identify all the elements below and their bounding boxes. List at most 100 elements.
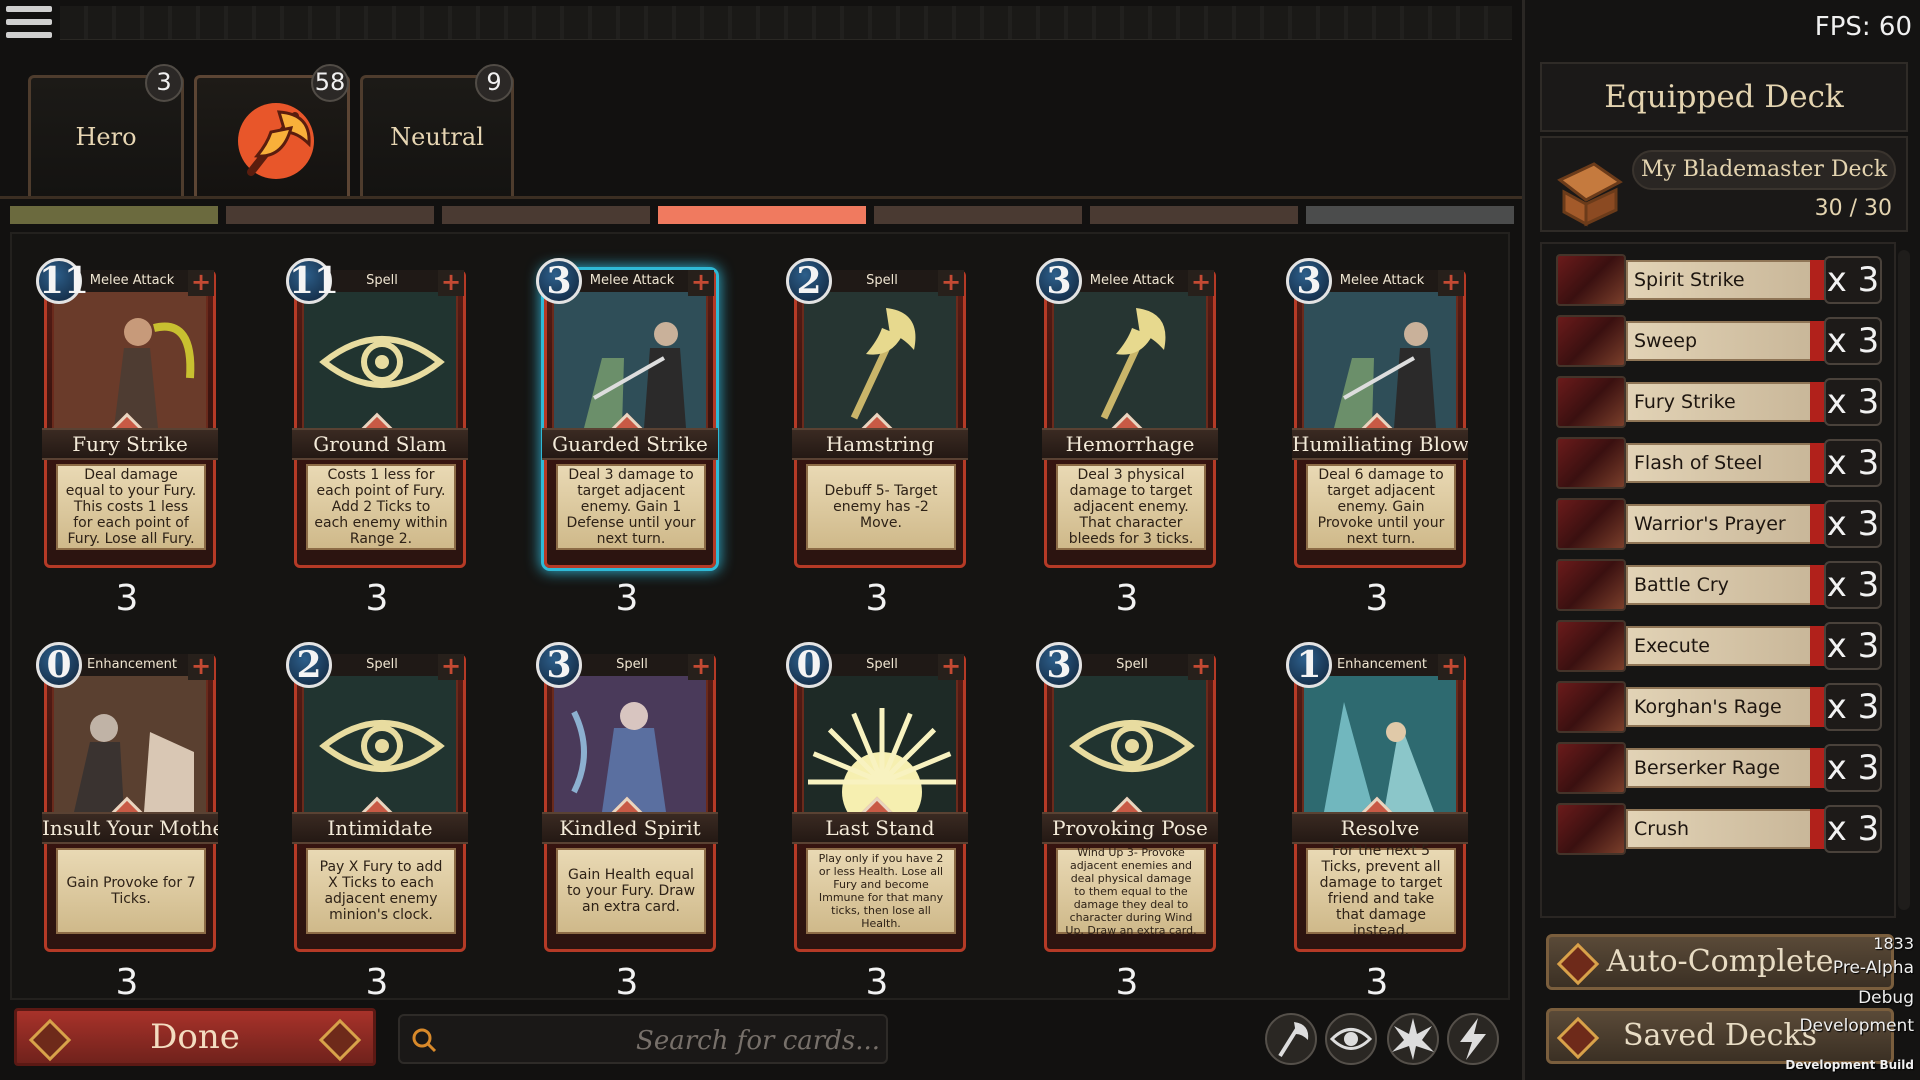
card-description: Wind Up 3- Provoke adjacent enemies and … xyxy=(1056,846,1206,937)
add-card-icon[interactable]: + xyxy=(688,270,714,296)
deck-item-name: Spirit Strike xyxy=(1626,260,1812,300)
card-intimidate[interactable]: Spell + Intimidate Pay X Fury to add X T… xyxy=(286,640,468,1003)
saved-decks-label: Saved Decks xyxy=(1622,1018,1818,1053)
deck-item-quantity: x 3 xyxy=(1824,378,1882,426)
auto-complete-label: Auto-Complete xyxy=(1606,944,1834,979)
card-type: Spell xyxy=(816,654,948,676)
card-description: Deal 3 physical damage to target adjacen… xyxy=(1056,464,1206,550)
card-art xyxy=(52,670,208,818)
card-humiliating-blow[interactable]: Melee Attack + Humiliating Blow Deal 6 d… xyxy=(1286,256,1468,619)
burst-filter-icon[interactable] xyxy=(1386,1012,1440,1066)
page-indicator-segment[interactable] xyxy=(226,206,434,224)
deck-item-quantity: x 3 xyxy=(1824,744,1882,792)
axe-filter-icon[interactable] xyxy=(1264,1012,1318,1066)
deck-list-item[interactable]: Crush x 3 xyxy=(1556,803,1882,855)
diamond-ornament-icon xyxy=(1556,942,1600,986)
card-last-stand[interactable]: Spell + Last Stand Play only if you have… xyxy=(786,640,968,1003)
card-kindled-spirit[interactable]: Spell + Kindled Spirit Gain Health equal… xyxy=(536,640,718,1003)
tab-neutral[interactable]: Neutral 9 xyxy=(360,64,514,197)
deck-item-name: Sweep xyxy=(1626,321,1812,361)
card-insult-your-mother[interactable]: Enhancement + Insult Your Mother Gain Pr… xyxy=(36,640,218,1003)
card-resolve[interactable]: Enhancement + Resolve For the next 5 Tic… xyxy=(1286,640,1468,1003)
add-card-icon[interactable]: + xyxy=(688,654,714,680)
eye-filter-icon[interactable] xyxy=(1324,1012,1378,1066)
count-badge: 9 xyxy=(475,64,513,102)
deck-list-item[interactable]: Warrior's Prayer x 3 xyxy=(1556,498,1882,550)
add-card-icon[interactable]: + xyxy=(438,654,464,680)
diamond-ornament-icon xyxy=(28,1018,72,1062)
card-owned-count: 3 xyxy=(1115,962,1139,1003)
page-indicator-segment[interactable] xyxy=(10,206,218,224)
card-hemorrhage[interactable]: Melee Attack + Hemorrhage Deal 3 physica… xyxy=(1036,256,1218,619)
card-name: Last Stand xyxy=(792,812,968,844)
card-hamstring[interactable]: Spell + Hamstring Debuff 5- Target enemy… xyxy=(786,256,968,619)
deck-list-item[interactable]: Flash of Steel x 3 xyxy=(1556,437,1882,489)
deck-list-item[interactable]: Sweep x 3 xyxy=(1556,315,1882,367)
card-thumbnail xyxy=(1556,254,1626,306)
card-type: Melee Attack xyxy=(566,270,698,292)
deck-list-item[interactable]: Berserker Rage x 3 xyxy=(1556,742,1882,794)
page-indicator-segment[interactable] xyxy=(442,206,650,224)
card-description: Gain Provoke for 7 Ticks. xyxy=(56,848,206,934)
lightning-filter-icon[interactable] xyxy=(1446,1012,1500,1066)
card-ground-slam[interactable]: Spell + Ground Slam Costs 1 less for eac… xyxy=(286,256,468,619)
deck-item-name: Crush xyxy=(1626,809,1812,849)
page-indicator-segment[interactable] xyxy=(1090,206,1298,224)
card-cost: 3 xyxy=(536,642,582,688)
decorative-band xyxy=(60,6,1512,40)
done-label: Done xyxy=(150,1017,240,1057)
equipped-deck-title: Equipped Deck xyxy=(1540,62,1908,132)
menu-icon[interactable] xyxy=(6,6,52,50)
add-card-icon[interactable]: + xyxy=(188,654,214,680)
build-stage: Pre-Alpha xyxy=(1832,958,1914,978)
tab-label: Hero xyxy=(75,123,137,151)
deck-list-item[interactable]: Battle Cry x 3 xyxy=(1556,559,1882,611)
card-fury-strike[interactable]: Melee Attack + Fury Strike Deal damage e… xyxy=(36,256,218,619)
card-description-text: Gain Health equal to your Fury. Draw an … xyxy=(566,867,696,915)
card-name: Insult Your Mother xyxy=(42,812,218,844)
fps-counter: FPS: 60 xyxy=(1814,12,1912,42)
deck-item-quantity: x 3 xyxy=(1824,256,1882,304)
tab-hero[interactable]: Hero 3 xyxy=(28,64,184,197)
card-provoking-pose[interactable]: Spell + Provoking Pose Wind Up 3- Provok… xyxy=(1036,640,1218,1003)
add-card-icon[interactable]: + xyxy=(1188,654,1214,680)
add-card-icon[interactable]: + xyxy=(188,270,214,296)
card-description-text: Deal 6 damage to target adjacent enemy. … xyxy=(1317,467,1445,547)
deck-list-item[interactable]: Execute x 3 xyxy=(1556,620,1882,672)
card-thumbnail xyxy=(1556,681,1626,733)
card-art xyxy=(552,286,708,434)
add-card-icon[interactable]: + xyxy=(938,654,964,680)
page-indicator-segment[interactable] xyxy=(874,206,1082,224)
add-card-icon[interactable]: + xyxy=(938,270,964,296)
search-input[interactable]: Search for cards... xyxy=(398,1014,888,1064)
tab-class[interactable]: 58 xyxy=(194,64,350,197)
card-cost: 2 xyxy=(786,258,832,304)
card-thumbnail xyxy=(1556,803,1626,855)
card-name: Ground Slam xyxy=(292,428,468,460)
add-card-icon[interactable]: + xyxy=(1438,270,1464,296)
card-description: Costs 1 less for each point of Fury. Add… xyxy=(306,464,456,550)
page-indicator-segment[interactable] xyxy=(1306,206,1514,224)
card-art xyxy=(1302,286,1458,434)
deck-item-quantity: x 3 xyxy=(1824,317,1882,365)
deck-list-item[interactable]: Spirit Strike x 3 xyxy=(1556,254,1882,306)
card-art xyxy=(302,286,458,434)
done-button[interactable]: Done xyxy=(14,1008,376,1066)
card-owned-count: 3 xyxy=(615,962,639,1003)
add-card-icon[interactable]: + xyxy=(1438,654,1464,680)
add-card-icon[interactable]: + xyxy=(438,270,464,296)
card-guarded-strike[interactable]: Melee Attack + Guarded Strike Deal 3 dam… xyxy=(536,256,718,619)
card-description: Gain Health equal to your Fury. Draw an … xyxy=(556,848,706,934)
page-indicator-segment[interactable] xyxy=(658,206,866,224)
add-card-icon[interactable]: + xyxy=(1188,270,1214,296)
deck-item-name: Warrior's Prayer xyxy=(1626,504,1812,544)
deck-list-item[interactable]: Fury Strike x 3 xyxy=(1556,376,1882,428)
deck-list-item[interactable]: Korghan's Rage x 3 xyxy=(1556,681,1882,733)
card-description-text: Pay X Fury to add X Ticks to each adjace… xyxy=(319,859,443,923)
card-thumbnail xyxy=(1556,315,1626,367)
deck-name-field[interactable]: My Blademaster Deck xyxy=(1632,150,1896,190)
card-description-text: Debuff 5- Target enemy has -2 Move. xyxy=(824,483,938,531)
deck-list-scrollbar[interactable] xyxy=(1898,250,1910,910)
card-description-text: For the next 5 Ticks, prevent all damage… xyxy=(1319,843,1443,939)
card-cost: 0 xyxy=(786,642,832,688)
